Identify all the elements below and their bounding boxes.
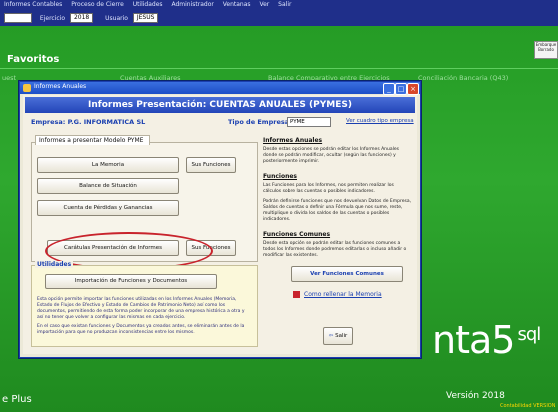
eplus-label: e Plus	[2, 394, 32, 405]
util-text-2: En el caso que existan funciones y Docum…	[37, 324, 245, 335]
usuario-label: Usuario	[105, 14, 128, 22]
salir-button[interactable]: ⇦ Salir	[323, 327, 353, 345]
toolbar-controls: Ejercicio 2018 Usuario JESUS	[4, 13, 159, 23]
importacion-button[interactable]: Importación de Funciones y Documentos	[45, 274, 217, 289]
sec-comunes-desc: Desde esta opción se podrán editar las f…	[263, 241, 407, 258]
version-sub-label: Contabilidad VERSION	[500, 403, 556, 409]
brand-logo: nta5 sql	[432, 318, 541, 362]
window-title: Informes Anuales	[34, 83, 87, 90]
app-menu-bar: Informes Contables Proceso de Cierre Uti…	[0, 0, 558, 26]
perdidas-ganancias-button[interactable]: Cuenta de Pérdidas y Ganancias	[37, 200, 179, 216]
sec-funciones-desc: Las Funciones para los Informes, nos per…	[263, 183, 394, 194]
sec-anuales-desc: Desde estas opciones se podrán editar lo…	[263, 147, 399, 164]
menu-bar: Informes Contables Proceso de Cierre Uti…	[4, 1, 298, 8]
empresa-field: Empresa: P.G. INFORMATICA SL	[31, 118, 145, 126]
menu-proceso-cierre[interactable]: Proceso de Cierre	[71, 1, 124, 8]
rellenar-memoria-link[interactable]: Como rellenar la Memoria	[293, 291, 382, 298]
shortcut-1[interactable]: uest	[2, 74, 16, 82]
window-titlebar[interactable]: Informes Anuales _ □ ×	[20, 82, 420, 95]
exit-icon: ⇦	[328, 333, 334, 339]
app-icon	[23, 84, 31, 92]
rellenar-memoria-text: Como rellenar la Memoria	[304, 291, 382, 298]
embarque-button[interactable]: Embarque Borrado	[534, 41, 558, 59]
minimize-icon[interactable]: _	[383, 83, 395, 95]
menu-ver[interactable]: Ver	[259, 1, 269, 8]
brand-text: nta5	[432, 318, 515, 362]
sus-funciones-button[interactable]: Sus Funciones	[186, 157, 236, 173]
sec-comunes-title: Funciones Comunes	[263, 231, 331, 238]
maximize-icon[interactable]: □	[395, 83, 407, 95]
window-body: Informes Presentación: CUENTAS ANUALES (…	[23, 95, 417, 354]
menu-administrador[interactable]: Administrador	[171, 1, 213, 8]
balance-situacion-button[interactable]: Balance de Situación	[37, 178, 179, 194]
document-icon	[293, 291, 300, 298]
report-header: Informes Presentación: CUENTAS ANUALES (…	[25, 97, 415, 113]
util-text-1: Esta opción permite importar las funcion…	[37, 297, 245, 320]
ver-cuadro-link[interactable]: Ver cuadro tipo empresa	[346, 118, 414, 124]
menu-ventanas[interactable]: Ventanas	[223, 1, 251, 8]
help-column: Informes Anuales Desde estas opciones se…	[263, 137, 413, 259]
tipo-empresa-label: Tipo de Empresa:	[228, 118, 292, 126]
empresa-label: Empresa:	[31, 118, 66, 126]
close-icon[interactable]: ×	[407, 83, 419, 95]
ejercicio-label: Ejercicio	[39, 14, 66, 22]
sec-anuales-title: Informes Anuales	[263, 137, 323, 144]
favoritos-divider	[0, 68, 558, 69]
favoritos-title: Favoritos	[7, 54, 60, 65]
sec-funciones-title: Funciones	[263, 173, 297, 180]
company-select[interactable]	[4, 13, 32, 23]
empresa-value: P.G. INFORMATICA SL	[67, 118, 146, 126]
informes-anuales-window: Informes Anuales _ □ × Informes Presenta…	[19, 81, 421, 358]
ejercicio-select[interactable]: 2018	[69, 13, 94, 23]
tab-informes-modelo-pyme[interactable]: Informes a presentar Modelo PYME	[35, 135, 150, 145]
menu-informes-contables[interactable]: Informes Contables	[4, 1, 62, 8]
utilidades-title: Utilidades	[35, 261, 74, 268]
menu-salir[interactable]: Salir	[278, 1, 291, 8]
utilidades-description: Esta opción permite importar las funcion…	[37, 297, 249, 336]
salir-label: Salir	[335, 333, 348, 339]
memoria-button[interactable]: La Memoria	[37, 157, 179, 173]
ver-funciones-comunes-button[interactable]: Ver Funciones Comunes	[291, 266, 403, 282]
usuario-field[interactable]: JESUS	[132, 13, 159, 23]
version-label: Versión 2018	[446, 391, 505, 401]
menu-utilidades[interactable]: Utilidades	[133, 1, 163, 8]
sec-funciones-desc-2: Podrán definirse funciones que nos devue…	[263, 199, 412, 222]
tipo-empresa-select[interactable]: PYME	[287, 117, 331, 127]
brand-sup: sql	[517, 324, 541, 345]
shortcut-conciliacion-bancaria[interactable]: Conciliación Bancaria (Q43)	[418, 74, 508, 82]
